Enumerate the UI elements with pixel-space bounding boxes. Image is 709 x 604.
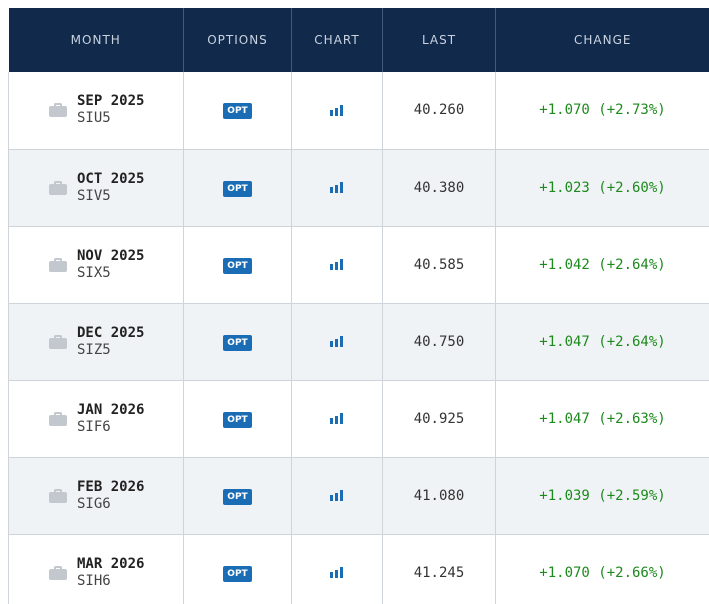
chart-cell — [291, 226, 383, 304]
options-cell: OPT — [183, 149, 292, 227]
contract-code: SIF6 — [77, 418, 111, 435]
table-row: DEC 2025 SIZ5 OPT 40.750 +1.047 (+2.64%) — [8, 303, 709, 381]
bar-chart-icon[interactable] — [330, 182, 344, 193]
price-change: +1.070 (+2.73%) — [495, 72, 709, 150]
briefcase-icon[interactable] — [49, 257, 67, 272]
month-cell: MAR 2026 SIH6 — [8, 534, 184, 604]
opt-button[interactable]: OPT — [223, 103, 252, 120]
contract-month[interactable]: OCT 2025 — [77, 171, 144, 188]
futures-table: MONTH OPTIONS CHART LAST CHANGE SEP 2025… — [8, 8, 709, 604]
contract-month[interactable]: SEP 2025 — [77, 93, 144, 110]
month-cell: FEB 2026 SIG6 — [8, 457, 184, 535]
header-month[interactable]: MONTH — [8, 8, 184, 72]
header-last[interactable]: LAST — [382, 8, 496, 72]
opt-button[interactable]: OPT — [223, 565, 252, 582]
options-cell: OPT — [183, 303, 292, 381]
futures-table-container: MONTH OPTIONS CHART LAST CHANGE SEP 2025… — [8, 8, 709, 604]
bar-chart-icon[interactable] — [330, 104, 344, 116]
contract-month[interactable]: MAR 2026 — [77, 556, 144, 573]
contract-code: SIH6 — [77, 572, 111, 589]
chart-cell — [291, 380, 383, 458]
table-row: OCT 2025 SIV5 OPT 40.380 +1.023 (+2.60%) — [8, 149, 709, 227]
contract-month[interactable]: JAN 2026 — [77, 402, 144, 419]
month-cell: OCT 2025 SIV5 — [8, 149, 184, 227]
price-change: +1.023 (+2.60%) — [495, 149, 709, 227]
options-cell: OPT — [183, 380, 292, 458]
options-cell: OPT — [183, 534, 292, 604]
contract-month[interactable]: DEC 2025 — [77, 325, 144, 342]
header-change[interactable]: CHANGE — [495, 8, 709, 72]
last-price: 40.260 — [382, 72, 496, 150]
table-row: MAR 2026 SIH6 OPT 41.245 +1.070 (+2.66%) — [8, 534, 709, 604]
bar-chart-icon[interactable] — [330, 567, 344, 578]
chart-cell — [291, 149, 383, 227]
contract-code: SIX5 — [77, 264, 111, 281]
last-price: 40.925 — [382, 380, 496, 458]
last-price: 40.380 — [382, 149, 496, 227]
briefcase-icon[interactable] — [49, 565, 67, 580]
briefcase-icon[interactable] — [49, 180, 67, 195]
opt-button[interactable]: OPT — [223, 180, 252, 197]
last-price: 41.080 — [382, 457, 496, 535]
contract-code: SIU5 — [77, 110, 111, 127]
briefcase-icon[interactable] — [49, 411, 67, 426]
contract-code: SIV5 — [77, 187, 111, 204]
contract-month[interactable]: NOV 2025 — [77, 248, 144, 265]
opt-button[interactable]: OPT — [223, 411, 252, 428]
bar-chart-icon[interactable] — [330, 413, 344, 424]
header-options[interactable]: OPTIONS — [183, 8, 292, 72]
table-row: JAN 2026 SIF6 OPT 40.925 +1.047 (+2.63%) — [8, 380, 709, 458]
opt-button[interactable]: OPT — [223, 488, 252, 505]
price-change: +1.070 (+2.66%) — [495, 534, 709, 604]
bar-chart-icon[interactable] — [330, 490, 344, 501]
table-header: MONTH OPTIONS CHART LAST CHANGE — [8, 8, 709, 72]
last-price: 41.245 — [382, 534, 496, 604]
chart-cell — [291, 72, 383, 150]
contract-code: SIG6 — [77, 495, 111, 512]
chart-cell — [291, 303, 383, 381]
month-cell: DEC 2025 SIZ5 — [8, 303, 184, 381]
last-price: 40.750 — [382, 303, 496, 381]
opt-button[interactable]: OPT — [223, 257, 252, 274]
table-row: SEP 2025 SIU5 OPT 40.260 +1.070 (+2.73%) — [8, 72, 709, 150]
price-change: +1.039 (+2.59%) — [495, 457, 709, 535]
bar-chart-icon[interactable] — [330, 259, 344, 270]
chart-cell — [291, 457, 383, 535]
briefcase-icon[interactable] — [49, 488, 67, 503]
chart-cell — [291, 534, 383, 604]
options-cell: OPT — [183, 226, 292, 304]
briefcase-icon[interactable] — [49, 103, 67, 118]
opt-button[interactable]: OPT — [223, 334, 252, 351]
month-cell: SEP 2025 SIU5 — [8, 72, 184, 150]
contract-code: SIZ5 — [77, 341, 111, 358]
price-change: +1.047 (+2.64%) — [495, 303, 709, 381]
table-row: NOV 2025 SIX5 OPT 40.585 +1.042 (+2.64%) — [8, 226, 709, 304]
options-cell: OPT — [183, 457, 292, 535]
options-cell: OPT — [183, 72, 292, 150]
price-change: +1.047 (+2.63%) — [495, 380, 709, 458]
month-cell: JAN 2026 SIF6 — [8, 380, 184, 458]
table-row: FEB 2026 SIG6 OPT 41.080 +1.039 (+2.59%) — [8, 457, 709, 535]
briefcase-icon[interactable] — [49, 334, 67, 349]
month-cell: NOV 2025 SIX5 — [8, 226, 184, 304]
table-body: SEP 2025 SIU5 OPT 40.260 +1.070 (+2.73%)… — [8, 72, 709, 604]
contract-month[interactable]: FEB 2026 — [77, 479, 144, 496]
header-chart[interactable]: CHART — [291, 8, 383, 72]
bar-chart-icon[interactable] — [330, 336, 344, 347]
last-price: 40.585 — [382, 226, 496, 304]
price-change: +1.042 (+2.64%) — [495, 226, 709, 304]
